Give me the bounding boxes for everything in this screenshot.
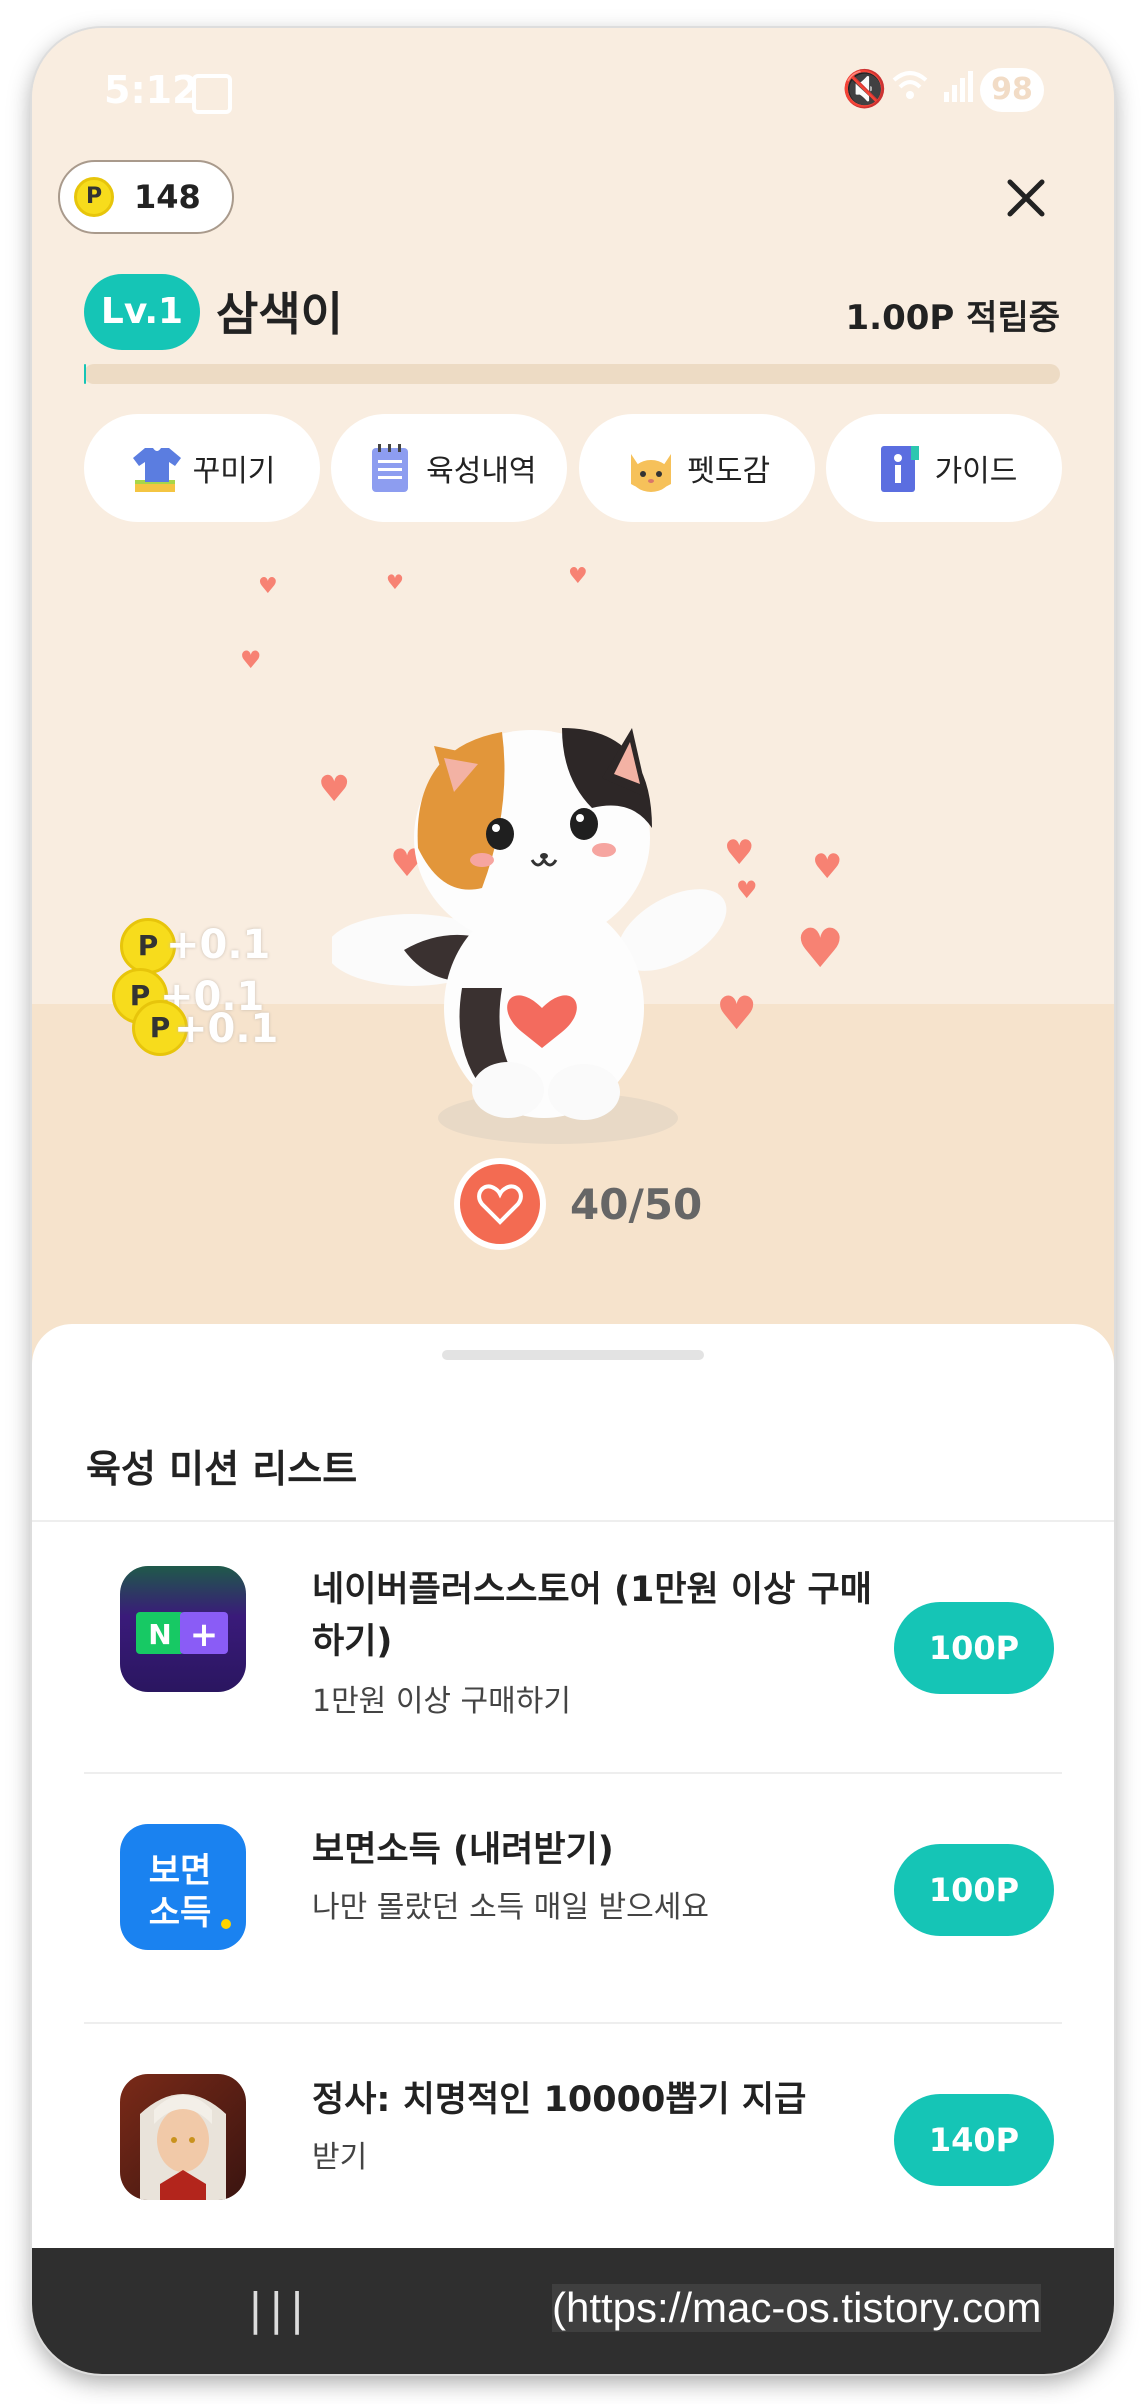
- coin-icon: P: [74, 177, 114, 217]
- menu-guide-button[interactable]: 가이드: [825, 414, 1062, 522]
- recent-apps-button[interactable]: |||: [248, 2284, 310, 2335]
- mission-reward-button[interactable]: 140P: [894, 2094, 1054, 2186]
- mute-icon: 🔇: [842, 69, 887, 110]
- wifi-icon: [892, 68, 928, 113]
- close-button[interactable]: [998, 170, 1054, 226]
- mission-desc: 받기: [312, 2140, 368, 2175]
- menu-history-button[interactable]: 육성내역: [331, 414, 568, 522]
- level-badge: Lv.1: [84, 274, 200, 350]
- mission-name: 네이버플러스스토어 (1만원 이상 구매하기): [312, 1570, 872, 1662]
- info-book-icon: [871, 440, 927, 496]
- level-progress-bar: [84, 364, 1060, 384]
- mission-name: 정사: 치명적인 10000뽑기 지급: [312, 2080, 807, 2120]
- affection-meter: 40/50: [460, 1164, 702, 1244]
- naver-plus-store-app-icon: N +: [120, 1566, 246, 1692]
- signal-icon: [942, 70, 976, 113]
- screenshot-icon: [192, 74, 232, 114]
- status-time: 5:12: [104, 68, 199, 112]
- notepad-icon: [362, 440, 418, 496]
- mission-reward-button[interactable]: 100P: [894, 1844, 1054, 1936]
- system-nav-bar: ||| (https://mac-os.tistory.com: [32, 2248, 1114, 2374]
- pet-name: 삼색이: [216, 287, 343, 341]
- shirt-icon: [129, 440, 185, 496]
- mission-desc: 나만 몰랐던 소득 매일 받으세요: [312, 1890, 709, 1925]
- bomyeon-sodeuk-app-icon: 보면 소득: [120, 1824, 246, 1950]
- svg-text:N: N: [148, 1618, 171, 1651]
- affection-value: 40/50: [570, 1179, 703, 1229]
- floating-heart-icon: ♥: [796, 917, 845, 980]
- close-icon: [1007, 179, 1045, 217]
- mission-item[interactable]: 정사: 치명적인 10000뽑기 지급 받기 140P: [84, 2024, 1062, 2260]
- menu-pet-collection-button[interactable]: 펫도감: [578, 414, 815, 522]
- mission-name: 보면소득 (내려받기): [312, 1830, 614, 1870]
- mission-desc: 1만원 이상 구매하기: [312, 1684, 571, 1719]
- floating-heart-icon: ♥: [240, 646, 262, 674]
- floating-heart-icon: ♥: [812, 847, 843, 887]
- mission-list-title: 육성 미션 리스트: [86, 1447, 358, 1491]
- mission-reward-button[interactable]: 100P: [894, 1602, 1054, 1694]
- pet-cat-character[interactable]: [326, 688, 752, 1188]
- game-app-icon: [120, 2074, 246, 2200]
- menu-label: 가이드: [934, 454, 1018, 489]
- phone-screen: 5:12 🔇 98 P 148 Lv.1 삼색이 1.00P 적립중 꾸미기 육…: [32, 28, 1114, 2374]
- mission-item[interactable]: N + 네이버플러스스토어 (1만원 이상 구매하기) 1만원 이상 구매하기 1…: [84, 1522, 1062, 1774]
- cat-illustration: [326, 728, 727, 1144]
- menu-decorate-button[interactable]: 꾸미기: [84, 414, 320, 522]
- svg-text:소득: 소득: [149, 1893, 212, 1933]
- floating-heart-icon: ♥: [386, 570, 404, 594]
- mission-item[interactable]: 보면 소득 보면소득 (내려받기) 나만 몰랐던 소득 매일 받으세요 100P: [84, 1774, 1062, 2024]
- battery-badge: 98: [980, 68, 1044, 112]
- point-value: 148: [134, 178, 201, 216]
- heart-icon[interactable]: [460, 1164, 540, 1244]
- point-balance[interactable]: P 148: [58, 160, 234, 234]
- menu-label: 펫도감: [687, 454, 771, 489]
- menu-label: 꾸미기: [192, 454, 276, 489]
- status-bar: 5:12 🔇 98: [32, 68, 1114, 124]
- reward-text: +0.1: [166, 922, 271, 968]
- floating-heart-icon: ♥: [258, 574, 278, 599]
- level-progress-fill: [84, 364, 86, 384]
- menu-label: 육성내역: [426, 454, 537, 489]
- svg-text:보면: 보면: [149, 1851, 212, 1891]
- sheet-drag-handle[interactable]: [442, 1350, 704, 1360]
- floating-heart-icon: ♥: [568, 564, 588, 589]
- svg-text:+: +: [190, 1615, 219, 1655]
- pet-menu: 꾸미기 육성내역 펫도감 가이드: [84, 414, 1062, 522]
- cat-face-icon: [623, 440, 679, 496]
- reward-text: +0.1: [174, 1006, 279, 1052]
- earning-rate: 1.00P 적립중: [845, 298, 1060, 338]
- mission-bottom-sheet: 육성 미션 리스트 N + 네이버플러스스토어 (1만원 이상 구매하기) 1만원…: [32, 1324, 1114, 2260]
- watermark-text: (https://mac-os.tistory.com: [552, 2284, 1042, 2332]
